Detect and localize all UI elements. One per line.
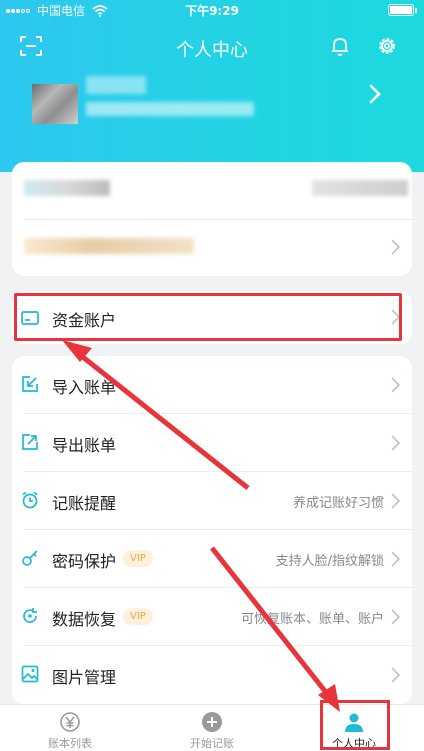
chevron-right-icon xyxy=(391,551,400,567)
tab-label: 账本列表 xyxy=(48,737,92,750)
menu-item-label: 密码保护 xyxy=(52,552,117,571)
menu-item-label: 导入账单 xyxy=(52,378,117,397)
vip-badge: VIP xyxy=(123,608,153,625)
annotation-highlight-tab xyxy=(320,700,390,750)
alarm-clock-icon xyxy=(22,491,38,509)
chevron-right-icon xyxy=(391,239,400,255)
menu-item-export-bills[interactable]: 导出账单 xyxy=(12,414,412,472)
chevron-right-icon xyxy=(391,377,400,393)
import-icon xyxy=(22,376,38,392)
blurred-stat-left xyxy=(24,180,110,196)
menu-item-label: 记账提醒 xyxy=(52,494,117,513)
chevron-right-icon xyxy=(391,609,400,625)
blurred-username xyxy=(86,76,146,94)
tab-label: 开始记账 xyxy=(190,737,234,750)
summary-card xyxy=(12,162,412,276)
menu-item-import-bills[interactable]: 导入账单 xyxy=(12,356,412,414)
menu-item-hint: 可恢复账本、账单、账户 xyxy=(240,612,384,627)
plus-circle-icon xyxy=(202,712,222,732)
settings-menu-card: 导入账单 导出账单 记账提醒 养成记账好习惯 密码保护 VIP 支持人脸/指纹解… xyxy=(12,356,412,704)
menu-item-image-management[interactable]: 图片管理 xyxy=(12,646,412,704)
blurred-user-info xyxy=(86,102,254,116)
menu-item-label: 数据恢复 xyxy=(52,610,117,629)
clock: 下午9:29 xyxy=(185,4,239,18)
status-bar: 中国电信 下午9:29 xyxy=(0,0,424,20)
annotation-highlight-fund-account xyxy=(14,293,402,341)
export-icon xyxy=(22,434,38,450)
blurred-summary-row[interactable] xyxy=(24,238,194,254)
page-title: 个人中心 xyxy=(176,40,248,61)
chevron-right-icon[interactable] xyxy=(368,84,382,104)
chevron-right-icon xyxy=(391,435,400,451)
gear-icon[interactable] xyxy=(376,35,398,57)
avatar[interactable] xyxy=(32,84,78,124)
bell-icon[interactable] xyxy=(329,35,351,57)
chevron-right-icon xyxy=(391,493,400,509)
image-icon xyxy=(21,665,39,683)
menu-item-label: 导出账单 xyxy=(52,436,117,455)
vip-badge: VIP xyxy=(123,550,153,567)
profile-header: 中国电信 下午9:29 个人中心 xyxy=(0,0,424,172)
key-icon xyxy=(22,550,38,566)
tab-ledger-list[interactable]: 账本列表 xyxy=(0,705,140,751)
menu-item-password-protection[interactable]: 密码保护 VIP 支持人脸/指纹解锁 xyxy=(12,530,412,588)
menu-item-hint: 支持人脸/指纹解锁 xyxy=(275,554,384,569)
menu-item-label: 图片管理 xyxy=(52,668,117,687)
menu-item-hint: 养成记账好习惯 xyxy=(292,496,384,511)
recovery-icon xyxy=(23,608,37,623)
chevron-right-icon xyxy=(391,667,400,683)
menu-item-reminder[interactable]: 记账提醒 养成记账好习惯 xyxy=(12,472,412,530)
ledger-icon xyxy=(60,712,80,732)
tab-start-bookkeeping[interactable]: 开始记账 xyxy=(142,705,282,751)
menu-item-data-recovery[interactable]: 数据恢复 VIP 可恢复账本、账单、账户 xyxy=(12,588,412,646)
battery-icon xyxy=(388,4,417,16)
blurred-stat-right xyxy=(312,180,408,196)
